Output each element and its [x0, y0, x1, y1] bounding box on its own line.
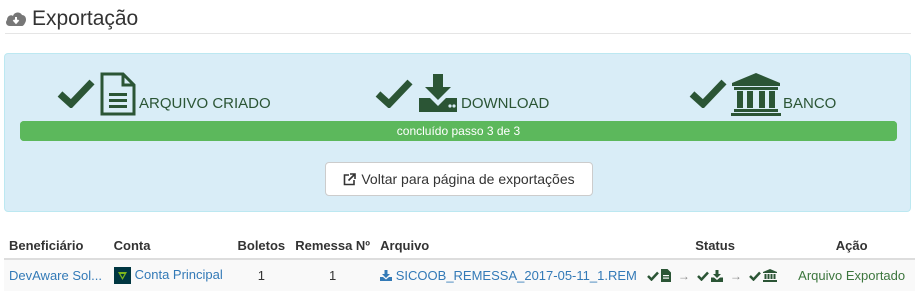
remessa-cell: 1 — [290, 259, 376, 291]
step-label: BANCO — [783, 95, 837, 112]
column-header: Remessa Nº — [290, 232, 376, 260]
status-cell: → → — [641, 259, 789, 291]
check-icon — [696, 271, 709, 281]
arrow-right-icon: → — [677, 268, 690, 283]
check-icon — [689, 79, 727, 108]
conta-link[interactable]: Conta Principal — [135, 267, 223, 282]
external-link-icon — [344, 172, 357, 185]
cloud-download-icon — [6, 12, 26, 26]
step-arquivo-criado: ARQUIVO CRIADO — [57, 68, 271, 116]
download-icon — [380, 270, 393, 281]
column-header: Boletos — [232, 232, 291, 260]
beneficiario-link[interactable]: DevAware Sol... — [9, 268, 102, 283]
column-header: Ação — [788, 232, 915, 260]
column-header: Status — [641, 232, 789, 260]
step-download: DOWNLOAD — [375, 68, 549, 116]
step-banco: BANCO — [689, 68, 836, 116]
sicoob-logo-icon — [113, 267, 131, 285]
file-text-icon — [100, 72, 136, 116]
page-header: Exportação — [5, 4, 911, 34]
exports-table: Beneficiário Conta Boletos Remessa Nº Ar… — [4, 232, 915, 291]
check-icon — [57, 79, 95, 108]
progress-text: concluído passo 3 de 3 — [396, 124, 521, 138]
arrow-right-icon: → — [729, 268, 742, 283]
beneficiario-cell[interactable]: DevAware Sol... — [4, 259, 109, 291]
table-row: DevAware Sol... Conta Principal 1 1 SICO… — [4, 259, 915, 291]
column-header: Beneficiário — [4, 232, 109, 260]
column-header: Conta — [108, 232, 233, 260]
boletos-cell: 1 — [232, 259, 291, 291]
bank-icon — [762, 269, 777, 282]
step-label: ARQUIVO CRIADO — [139, 95, 271, 112]
table-header-row: Beneficiário Conta Boletos Remessa Nº Ar… — [4, 232, 915, 260]
check-icon — [375, 79, 413, 108]
check-icon — [748, 271, 761, 281]
file-text-icon — [660, 269, 671, 282]
check-icon — [646, 271, 659, 281]
bank-icon — [731, 73, 781, 116]
progress-bar: concluído passo 3 de 3 — [20, 121, 897, 141]
arquivo-cell[interactable]: SICOOB_REMESSA_2017-05-11_1.REM — [375, 259, 642, 291]
arquivo-download-link[interactable]: SICOOB_REMESSA_2017-05-11_1.REM — [396, 268, 637, 283]
download-icon — [419, 74, 457, 112]
export-progress-panel: ARQUIVO CRIADO DOWNLOAD BANCO concluído … — [4, 53, 911, 212]
back-to-exports-button[interactable]: Voltar para página de exportações — [325, 162, 593, 196]
page-title: Exportação — [32, 7, 139, 30]
download-icon — [710, 269, 723, 282]
back-button-label: Voltar para página de exportações — [361, 171, 575, 187]
column-header: Arquivo — [375, 232, 642, 260]
conta-cell[interactable]: Conta Principal — [108, 259, 233, 291]
acao-cell: Arquivo Exportado — [788, 259, 915, 291]
progress-fill: concluído passo 3 de 3 — [20, 121, 897, 141]
step-label: DOWNLOAD — [461, 95, 550, 112]
